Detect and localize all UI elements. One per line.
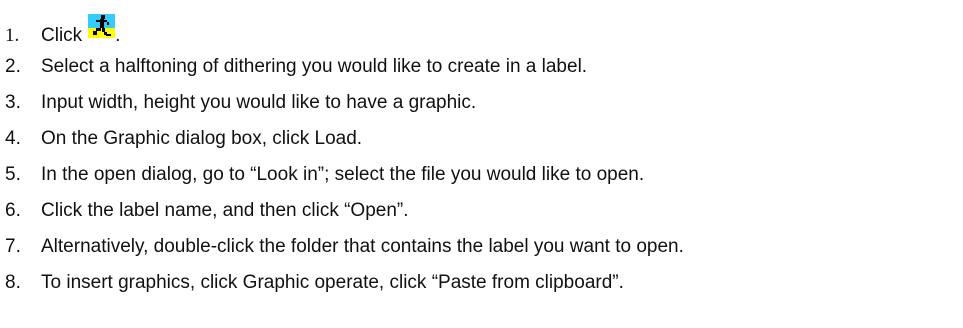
step-number: 2. (5, 56, 21, 77)
step-5: 5. In the open dialog, go to “Look in”; … (0, 157, 644, 193)
step-text: Click the label name, and then click “Op… (41, 200, 409, 221)
step-text: Click (41, 25, 83, 46)
step-text: Input width, height you would like to ha… (41, 92, 477, 113)
step-number: 5. (5, 164, 21, 185)
step-8: 8. To insert graphics, click Graphic ope… (0, 265, 624, 301)
step-text: Alternatively, double-click the folder t… (41, 236, 684, 257)
step-number: 4. (5, 128, 21, 149)
step-2: 2. Select a halftoning of dithering you … (0, 49, 587, 85)
step-4: 4. On the Graphic dialog box, click Load… (0, 121, 362, 157)
step-suffix: . (115, 25, 121, 46)
step-number: 7. (5, 236, 21, 257)
step-number: 8. (5, 272, 21, 293)
step-text: To insert graphics, click Graphic operat… (41, 272, 624, 293)
step-text: On the Graphic dialog box, click Load. (41, 128, 363, 149)
step-number: 1. (5, 25, 20, 46)
step-7: 7. Alternatively, double-click the folde… (0, 229, 684, 265)
step-number: 3. (5, 92, 21, 113)
running-man-icon[interactable] (88, 14, 116, 38)
instruction-list: 1. Click . 2. Select a halftoning of dit… (0, 0, 963, 328)
step-number: 6. (5, 200, 21, 221)
step-text: Select a halftoning of dithering you wou… (41, 56, 588, 77)
step-6: 6. Click the label name, and then click … (0, 193, 409, 229)
step-3: 3. Input width, height you would like to… (0, 85, 476, 121)
step-text: In the open dialog, go to “Look in”; sel… (41, 164, 645, 185)
